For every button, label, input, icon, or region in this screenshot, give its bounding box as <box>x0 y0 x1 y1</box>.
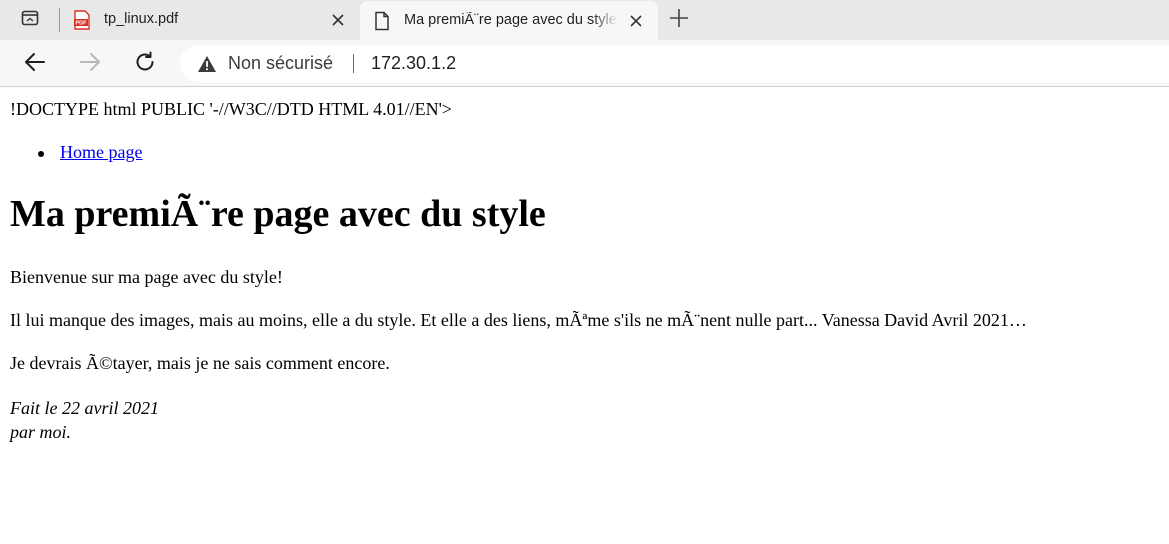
plus-icon <box>669 8 689 33</box>
back-button[interactable] <box>21 50 49 78</box>
page-icon <box>372 11 392 31</box>
tab-actions-icon <box>20 8 40 33</box>
tab-pdf[interactable]: PDF tp_linux.pdf <box>60 0 360 40</box>
forward-button[interactable] <box>76 50 104 78</box>
paragraph-welcome: Bienvenue sur ma page avec du style! <box>10 267 283 287</box>
forward-arrow-icon <box>78 50 102 79</box>
close-icon[interactable] <box>328 10 348 30</box>
reload-button[interactable] <box>131 50 159 78</box>
footer-date: Fait le 22 avril 2021 <box>10 398 159 418</box>
close-icon[interactable] <box>626 11 646 31</box>
page-title: Ma premiÃ¨re page avec du style <box>10 193 546 235</box>
reload-icon <box>133 50 157 79</box>
tab-actions-button[interactable] <box>12 6 48 34</box>
page-footer: Fait le 22 avril 2021 par moi. <box>10 396 159 444</box>
footer-author: par moi. <box>10 422 72 442</box>
browser-toolbar: Non sécurisé 172.30.1.2 <box>0 40 1169 87</box>
list-item: Home page <box>36 142 142 163</box>
tab-active-page[interactable]: Ma premiÃ¨re page avec du style <box>360 1 658 40</box>
security-status[interactable]: Non sécurisé <box>228 53 333 74</box>
new-tab-button[interactable] <box>667 8 691 32</box>
tab-title: tp_linux.pdf <box>104 11 179 27</box>
warning-icon[interactable] <box>197 54 217 74</box>
address-bar[interactable]: Non sécurisé 172.30.1.2 <box>180 45 1169 82</box>
paragraph-note: Je devrais Ã©tayer, mais je ne sais comm… <box>10 353 390 373</box>
svg-text:PDF: PDF <box>76 21 88 27</box>
paragraph-description: Il lui manque des images, mais au moins,… <box>10 310 1027 330</box>
nav-list: Home page <box>36 142 142 163</box>
tab-strip: PDF tp_linux.pdf Ma premiÃ¨re page avec … <box>0 0 1169 40</box>
home-page-link[interactable]: Home page <box>60 142 142 162</box>
pdf-icon: PDF <box>72 10 92 30</box>
address-separator <box>353 54 354 73</box>
url-text[interactable]: 172.30.1.2 <box>371 53 456 74</box>
back-arrow-icon <box>23 50 47 79</box>
tab-title: Ma premiÃ¨re page avec du style <box>404 12 617 28</box>
page-content: !DOCTYPE html PUBLIC '-//W3C//DTD HTML 4… <box>0 88 1169 544</box>
doctype-text: !DOCTYPE html PUBLIC '-//W3C//DTD HTML 4… <box>10 99 452 119</box>
